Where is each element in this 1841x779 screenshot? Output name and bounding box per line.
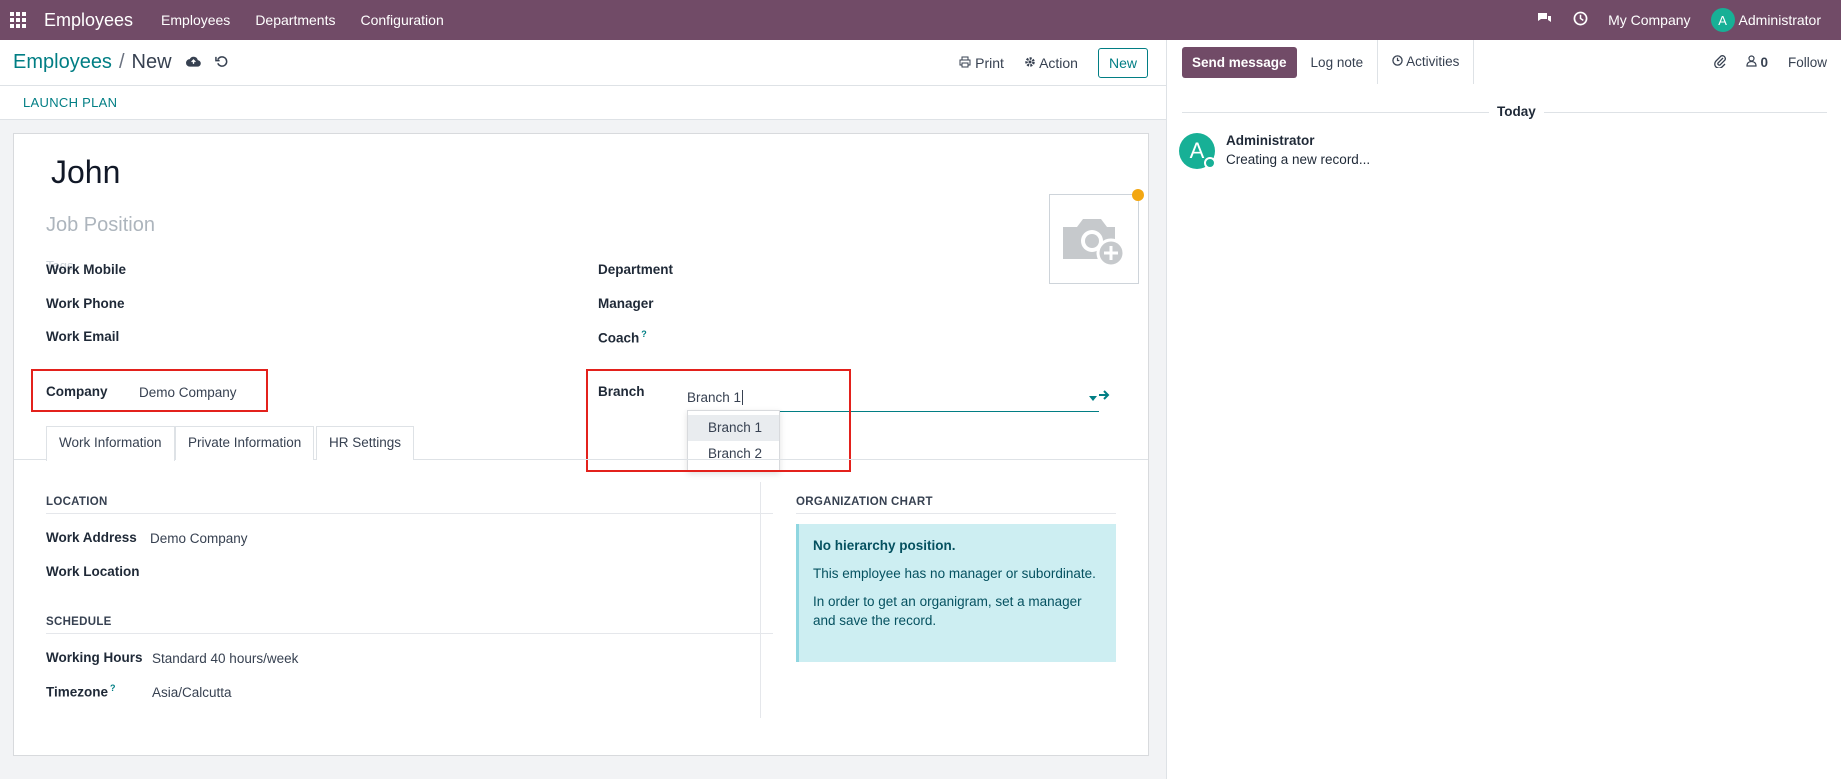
form-sheet: John Job Position Tags Work Mobile Work … bbox=[13, 133, 1149, 756]
save-cloud-icon[interactable] bbox=[185, 55, 201, 71]
systray: My Company A Administrator bbox=[1537, 8, 1821, 32]
control-panel: Employees / New Print Action New bbox=[0, 40, 1166, 86]
send-message-button[interactable]: Send message bbox=[1182, 46, 1297, 78]
paperclip-icon[interactable] bbox=[1713, 54, 1726, 71]
department-label: Department bbox=[598, 262, 674, 277]
work-email-label: Work Email bbox=[46, 329, 120, 344]
breadcrumb: Employees / New bbox=[13, 51, 172, 74]
working-hours-label: Working Hours bbox=[46, 650, 143, 665]
tab-private-information[interactable]: Private Information bbox=[175, 426, 315, 460]
location-divider bbox=[46, 513, 773, 514]
top-menu: Employees Departments Configuration bbox=[161, 12, 444, 28]
chatter-panel: Send message Log note Activities 0 Follo… bbox=[1166, 40, 1841, 779]
user-avatar: A bbox=[1710, 8, 1735, 32]
action-label: Action bbox=[1039, 54, 1078, 71]
breadcrumb-separator: / bbox=[118, 51, 125, 73]
org-chart-line1: This employee has no manager or subordin… bbox=[813, 566, 1096, 581]
tab-hr-settings[interactable]: HR Settings bbox=[316, 426, 415, 460]
timezone-help-icon[interactable]: ? bbox=[110, 683, 116, 693]
print-button[interactable]: Print bbox=[959, 55, 1004, 71]
discard-icon[interactable] bbox=[214, 55, 228, 71]
form-statusbar: LAUNCH PLAN bbox=[0, 86, 1166, 120]
schedule-heading: SCHEDULE bbox=[46, 616, 112, 628]
activities-label: Activities bbox=[1406, 54, 1460, 69]
chatter-right-actions: 0 Follow bbox=[1713, 54, 1827, 71]
location-heading: LOCATION bbox=[46, 496, 108, 508]
user-menu[interactable]: A Administrator bbox=[1710, 8, 1821, 32]
org-chart-line2: In order to get an organigram, set a man… bbox=[813, 594, 1082, 628]
action-button[interactable]: Action bbox=[1024, 55, 1078, 71]
follow-button[interactable]: Follow bbox=[1788, 55, 1827, 70]
org-chart-heading: ORGANIZATION CHART bbox=[796, 496, 933, 508]
notebook-tabs: Work Information Private Information HR … bbox=[14, 426, 1148, 461]
work-address-field[interactable]: Demo Company bbox=[150, 531, 248, 546]
work-mobile-label: Work Mobile bbox=[46, 262, 127, 277]
control-panel-actions: Print Action New bbox=[959, 47, 1148, 78]
launch-plan-button[interactable]: LAUNCH PLAN bbox=[23, 95, 117, 110]
work-phone-label: Work Phone bbox=[46, 296, 125, 311]
camera-add-icon bbox=[1063, 219, 1126, 268]
manager-label: Manager bbox=[598, 296, 654, 311]
status-dot bbox=[1132, 189, 1144, 201]
coach-label: Coach? bbox=[598, 329, 647, 346]
breadcrumb-employees[interactable]: Employees bbox=[13, 51, 112, 74]
online-status-dot bbox=[1204, 157, 1216, 169]
print-label: Print bbox=[975, 54, 1004, 71]
gear-icon bbox=[1025, 56, 1035, 67]
chevron-down-icon[interactable] bbox=[1089, 396, 1097, 401]
breadcrumb-current: New bbox=[131, 51, 172, 73]
app-name[interactable]: Employees bbox=[44, 10, 133, 31]
employee-photo[interactable] bbox=[1049, 194, 1139, 284]
messaging-icon[interactable] bbox=[1537, 12, 1553, 29]
clock-icon[interactable] bbox=[1573, 11, 1588, 29]
message-author[interactable]: Administrator bbox=[1226, 133, 1315, 148]
schedule-divider bbox=[46, 633, 773, 634]
company-switcher[interactable]: My Company bbox=[1608, 12, 1690, 28]
org-chart-title: No hierarchy position. bbox=[813, 538, 956, 553]
date-separator-today: Today bbox=[1489, 104, 1544, 119]
timezone-field[interactable]: Asia/Calcutta bbox=[152, 685, 232, 700]
followers-count: 0 bbox=[1760, 54, 1768, 70]
employee-name-input[interactable]: John bbox=[51, 154, 120, 191]
followers-button[interactable]: 0 bbox=[1746, 55, 1768, 70]
message-body: Creating a new record... bbox=[1226, 152, 1371, 167]
coach-help-icon[interactable]: ? bbox=[641, 329, 647, 339]
top-navbar: Employees Employees Departments Configur… bbox=[0, 0, 1841, 40]
work-location-label: Work Location bbox=[46, 564, 140, 579]
work-address-label: Work Address bbox=[46, 530, 137, 545]
org-chart-divider bbox=[796, 513, 1116, 514]
open-record-arrow-icon[interactable] bbox=[1098, 388, 1110, 406]
user-icon bbox=[1746, 54, 1757, 67]
activities-button[interactable]: Activities bbox=[1377, 40, 1475, 84]
print-icon bbox=[959, 56, 971, 67]
timezone-label: Timezone? bbox=[46, 683, 116, 700]
log-note-button[interactable]: Log note bbox=[1297, 47, 1378, 78]
tab-work-information[interactable]: Work Information bbox=[46, 426, 175, 461]
user-name: Administrator bbox=[1738, 12, 1821, 28]
menu-configuration[interactable]: Configuration bbox=[360, 12, 443, 28]
new-button[interactable]: New bbox=[1097, 47, 1148, 78]
job-position-input[interactable]: Job Position bbox=[46, 214, 155, 237]
menu-departments[interactable]: Departments bbox=[255, 12, 335, 28]
working-hours-field[interactable]: Standard 40 hours/week bbox=[152, 651, 298, 666]
column-divider bbox=[760, 482, 761, 718]
chatter-topbar: Send message Log note Activities 0 Follo… bbox=[1167, 40, 1841, 84]
highlight-company bbox=[31, 369, 268, 412]
menu-employees[interactable]: Employees bbox=[161, 12, 230, 28]
apps-menu-icon[interactable] bbox=[10, 12, 26, 28]
org-chart-alert: No hierarchy position. This employee has… bbox=[796, 524, 1116, 662]
clock-icon bbox=[1392, 55, 1403, 66]
